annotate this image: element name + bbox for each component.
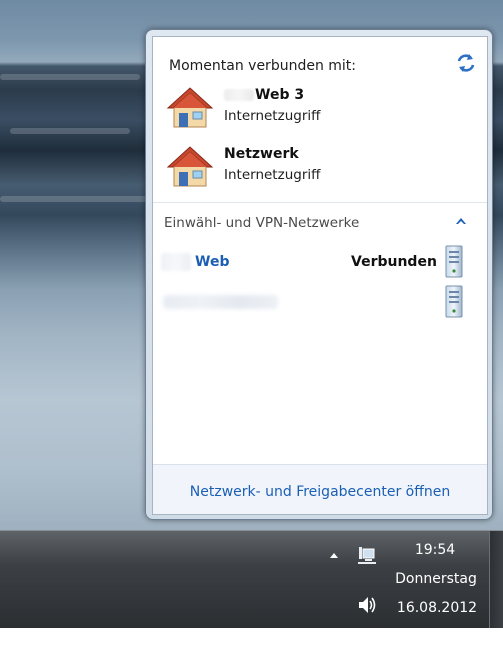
redacted-text bbox=[161, 253, 191, 271]
network-name: Web 3 bbox=[224, 87, 304, 103]
network-icon[interactable] bbox=[356, 545, 378, 567]
page-background bbox=[0, 628, 503, 660]
wave-highlight bbox=[0, 74, 140, 80]
network-row[interactable]: Web 3 Internetzugriff bbox=[165, 83, 485, 135]
section-divider bbox=[153, 202, 487, 203]
vpn-connection-name: Web bbox=[195, 254, 230, 270]
redacted-text bbox=[224, 89, 254, 101]
clock-day[interactable]: Donnerstag bbox=[390, 571, 482, 587]
house-icon bbox=[166, 87, 214, 128]
taskbar: 19:54 Donnerstag 16.08.2012 bbox=[0, 530, 503, 629]
chevron-up-icon[interactable] bbox=[453, 213, 469, 229]
clock-date[interactable]: 16.08.2012 bbox=[395, 600, 479, 616]
show-hidden-icons-arrow[interactable] bbox=[327, 549, 341, 563]
server-icon bbox=[445, 245, 463, 278]
network-name: Netzwerk bbox=[224, 146, 299, 162]
open-network-center-link[interactable]: Netzwerk- und Freigabecenter öffnen bbox=[153, 484, 487, 500]
redacted-text bbox=[163, 295, 278, 309]
vpn-connection-row[interactable]: Web Verbunden bbox=[153, 245, 487, 281]
network-status: Internetzugriff bbox=[224, 167, 321, 183]
show-desktop-button[interactable] bbox=[489, 531, 503, 629]
vpn-connection-row[interactable] bbox=[153, 285, 487, 321]
network-row[interactable]: Netzwerk Internetzugriff bbox=[165, 142, 485, 194]
network-status: Internetzugriff bbox=[224, 108, 321, 124]
wave-highlight bbox=[0, 196, 150, 202]
vpn-section-title: Einwähl- und VPN-Netzwerke bbox=[164, 215, 360, 231]
wave-highlight bbox=[10, 128, 130, 134]
clock-time[interactable]: 19:54 bbox=[400, 542, 470, 558]
vpn-connection-status: Verbunden bbox=[351, 254, 437, 270]
server-icon bbox=[445, 285, 463, 318]
network-flyout-panel: Momentan verbunden mit: Web 3 Internetzu… bbox=[152, 36, 488, 515]
volume-icon[interactable] bbox=[356, 594, 378, 616]
house-icon bbox=[166, 146, 214, 187]
network-flyout: Momentan verbunden mit: Web 3 Internetzu… bbox=[145, 29, 493, 520]
connected-header: Momentan verbunden mit: bbox=[169, 58, 357, 74]
refresh-icon[interactable] bbox=[455, 52, 477, 74]
flyout-footer: Netzwerk- und Freigabecenter öffnen bbox=[153, 464, 487, 514]
